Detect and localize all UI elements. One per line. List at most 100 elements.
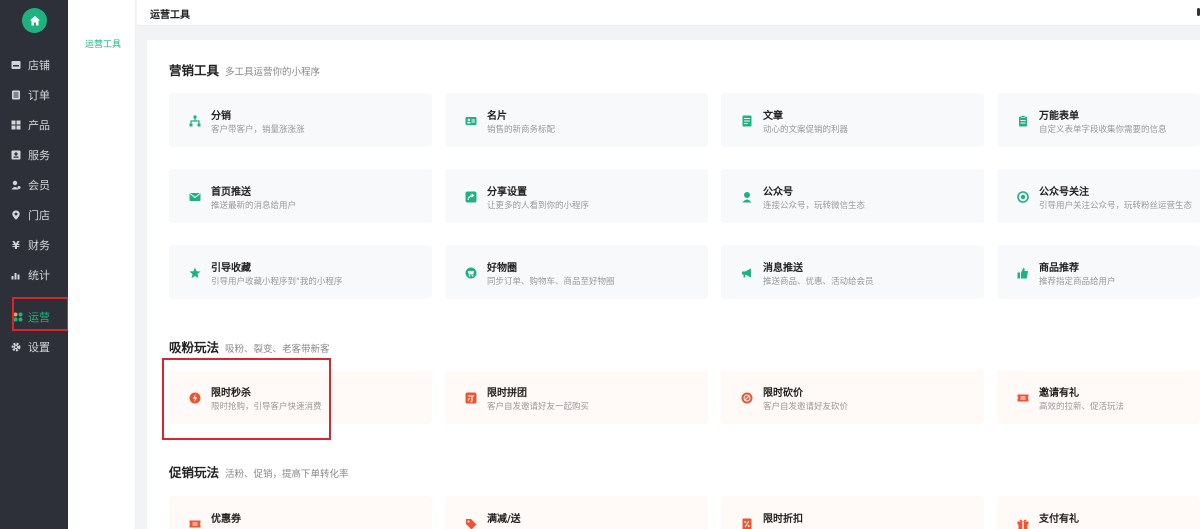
tool-card-article[interactable]: 文章 动心的文案促销的利器 <box>721 93 984 147</box>
page-title: 运营工具 <box>150 10 190 21</box>
tool-name: 限时砍价 <box>763 388 803 399</box>
tool-card-form[interactable]: 万能表单 自定义表单字段收集你需要的信息 <box>997 93 1200 147</box>
article-icon <box>740 114 754 128</box>
member-icon <box>11 180 21 190</box>
tool-name: 邀请有礼 <box>1039 388 1079 399</box>
tool-desc: 自定义表单字段收集你需要的信息 <box>1039 125 1167 135</box>
tool-name: 引导收藏 <box>211 263 251 274</box>
tool-desc: 动心的文案促销的利器 <box>763 125 849 135</box>
section-title-text: 吸粉玩法 <box>169 340 220 355</box>
subnav-item-operation-tools[interactable]: 运营工具 <box>85 37 121 50</box>
sidebar-item-service[interactable]: 服务 <box>0 144 68 166</box>
section-title-text: 促销玩法 <box>169 465 220 480</box>
tag-icon <box>464 517 478 529</box>
tools-panel: 营销工具 多工具运营你的小程序 分销 客户带客户，销量涨涨涨 名片 销售的新商务标… <box>147 40 1200 529</box>
tool-card-payment-gift[interactable]: 支付有礼 <box>997 496 1200 529</box>
tool-card-guide-favorite[interactable]: 引导收藏 引导用户收藏小程序到"我的小程序 <box>169 245 432 299</box>
tool-card-limited-discount[interactable]: 限时折扣 <box>721 496 984 529</box>
tool-name: 分销 <box>211 111 231 122</box>
tool-card-product-recommend[interactable]: 商品推荐 推荐指定商品给用户 <box>997 245 1200 299</box>
tool-desc: 推送商品、优惠、活动给会员 <box>763 277 874 287</box>
tool-card-group-buy[interactable]: 限时拼团 客户自发邀请好友一起购买 <box>445 370 708 424</box>
main-sidebar: 店铺 订单 产品 服务 会员 门店 ¥ 财务 统计 运营 设置 <box>0 0 68 529</box>
sidebar-item-label: 产品 <box>28 119 50 132</box>
tool-card-message-push[interactable]: 消息推送 推送商品、优惠、活动给会员 <box>721 245 984 299</box>
sidebar-item-label: 服务 <box>28 149 50 162</box>
sidebar-item-label: 订单 <box>28 89 50 102</box>
tool-desc: 同步订单、购物车、商品至好物圈 <box>487 277 615 287</box>
sidebar-item-label: 会员 <box>28 179 50 192</box>
distribution-icon <box>188 114 202 128</box>
tool-desc: 引导用户关注公众号，玩转粉丝运营生态 <box>1039 201 1193 211</box>
goods-circle-icon <box>464 266 478 280</box>
tool-name: 万能表单 <box>1039 111 1079 122</box>
tool-desc: 推荐指定商品给用户 <box>1039 277 1116 287</box>
tool-name: 好物圈 <box>487 263 517 274</box>
sidebar-item-product[interactable]: 产品 <box>0 114 68 136</box>
tool-name: 公众号关注 <box>1039 187 1089 198</box>
tool-card-distribution[interactable]: 分销 客户带客户，销量涨涨涨 <box>169 93 432 147</box>
form-icon <box>1016 114 1030 128</box>
tool-name: 满减/送 <box>487 514 521 525</box>
service-icon <box>11 150 21 160</box>
tool-name: 支付有礼 <box>1039 514 1079 525</box>
store-icon <box>11 60 21 70</box>
yen-icon: ¥ <box>12 238 20 252</box>
tool-card-home-push[interactable]: 首页推送 推送最新的消息给用户 <box>169 169 432 223</box>
tool-card-goods-circle[interactable]: 好物圈 同步订单、购物车、商品至好物圈 <box>445 245 708 299</box>
invite-icon <box>1016 391 1030 405</box>
home-icon[interactable] <box>22 8 47 33</box>
section-desc: 吸粉、裂变、老客带新客 <box>225 344 330 355</box>
thumbs-up-icon <box>1016 266 1030 280</box>
sidebar-item-label: 门店 <box>28 209 50 222</box>
tool-name: 文章 <box>763 111 783 122</box>
megaphone-icon <box>740 266 754 280</box>
tool-desc: 客户带客户，销量涨涨涨 <box>211 125 305 135</box>
section-title: 吸粉玩法 吸粉、裂变、老客带新客 <box>169 337 330 356</box>
page-header: 运营工具 <box>137 0 1200 26</box>
chart-icon <box>11 270 21 280</box>
sidebar-item-store[interactable]: 店铺 <box>0 54 68 76</box>
sidebar-item-order[interactable]: 订单 <box>0 84 68 106</box>
section-title: 促销玩法 活粉、促销，提高下单转化率 <box>169 462 349 481</box>
tool-card-full-reduction[interactable]: 满减/送 <box>445 496 708 529</box>
tool-name: 限时拼团 <box>487 388 527 399</box>
sidebar-item-shop-location[interactable]: 门店 <box>0 204 68 226</box>
tool-card-bargain[interactable]: 限时砍价 客户自发邀请好友砍价 <box>721 370 984 424</box>
tool-name: 消息推送 <box>763 263 803 274</box>
tool-card-official-account[interactable]: 公众号 连接公众号，玩转微信生态 <box>721 169 984 223</box>
secondary-sidebar: 运营工具 <box>68 0 136 529</box>
location-icon <box>11 210 21 220</box>
star-icon <box>188 266 202 280</box>
tool-desc: 客户自发邀请好友一起购买 <box>487 402 590 412</box>
share-icon <box>464 190 478 204</box>
tool-name: 商品推荐 <box>1039 263 1079 274</box>
official-account-icon <box>740 190 754 204</box>
section-desc: 多工具运营你的小程序 <box>225 67 321 78</box>
tool-desc: 客户自发邀请好友砍价 <box>763 402 849 412</box>
sidebar-item-member[interactable]: 会员 <box>0 174 68 196</box>
sidebar-item-label: 财务 <box>28 239 50 252</box>
sidebar-item-finance[interactable]: ¥ 财务 <box>0 234 68 256</box>
tool-card-official-account-follow[interactable]: 公众号关注 引导用户关注公众号，玩转粉丝运营生态 <box>997 169 1200 223</box>
product-icon <box>11 120 21 130</box>
tool-name: 公众号 <box>763 187 793 198</box>
tool-name: 优惠券 <box>211 514 241 525</box>
sidebar-item-statistics[interactable]: 统计 <box>0 264 68 286</box>
tool-card-invite[interactable]: 邀请有礼 高效的拉新、促活玩法 <box>997 370 1200 424</box>
tool-desc: 连接公众号，玩转微信生态 <box>763 201 866 211</box>
operation-highlight-box <box>12 297 69 331</box>
sidebar-item-settings[interactable]: 设置 <box>0 336 68 358</box>
sidebar-item-label: 统计 <box>28 269 50 282</box>
tool-card-business-card[interactable]: 名片 销售的新商务标配 <box>445 93 708 147</box>
tool-card-share-settings[interactable]: 分享设置 让更多的人看到你的小程序 <box>445 169 708 223</box>
tool-desc: 高效的拉新、促活玩法 <box>1039 402 1125 412</box>
group-buy-icon <box>464 391 478 405</box>
tool-desc: 引导用户收藏小程序到"我的小程序 <box>211 277 343 287</box>
section-desc: 活粉、促销，提高下单转化率 <box>225 469 349 480</box>
tool-card-coupon[interactable]: 优惠券 <box>169 496 432 529</box>
tool-desc: 推送最新的消息给用户 <box>211 201 297 211</box>
business-card-icon <box>464 114 478 128</box>
gear-icon <box>11 342 21 352</box>
discount-icon <box>740 517 754 529</box>
